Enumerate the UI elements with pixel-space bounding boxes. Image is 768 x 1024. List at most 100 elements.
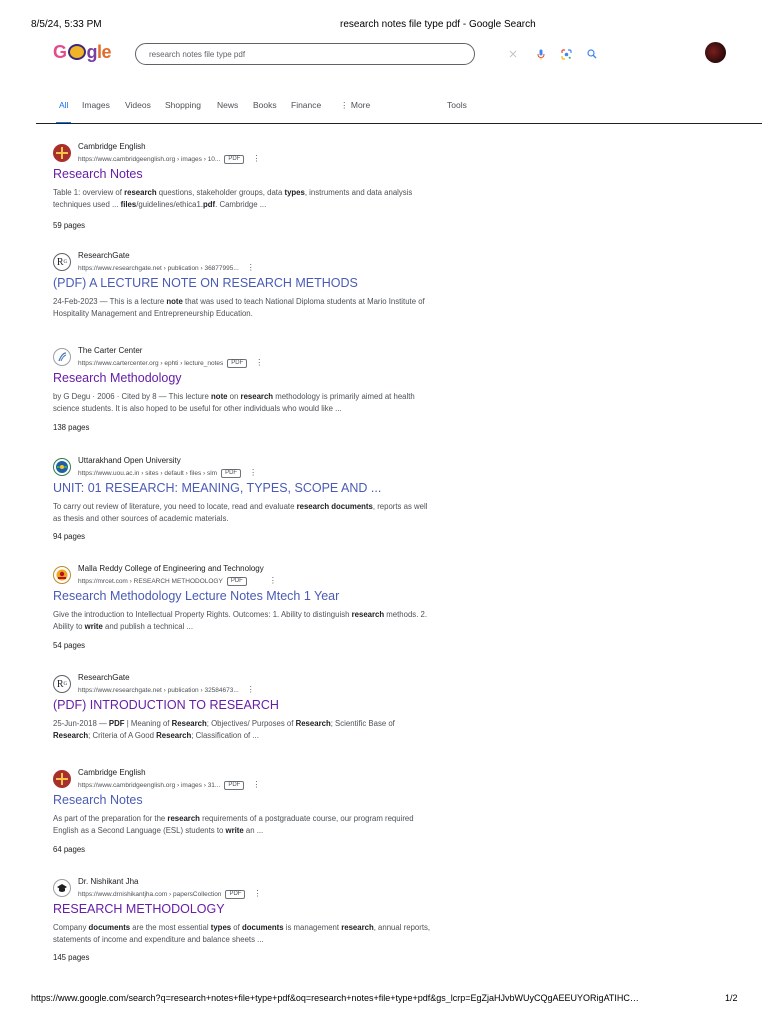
- more-options-icon[interactable]: ⋮: [252, 154, 260, 163]
- print-footer: https://www.google.com/search?q=research…: [0, 993, 768, 1007]
- result-snippet: 24-Feb-2023 — This is a lecture note tha…: [53, 297, 425, 318]
- result-page-count: 64 pages: [53, 845, 86, 854]
- result-site-name: The Carter Center: [78, 346, 143, 355]
- search-result: Malla Reddy College of Engineering and T…: [53, 564, 433, 656]
- search-tabs: All Images Videos Shopping News Books Fi…: [0, 100, 768, 124]
- pdf-badge: PDF: [225, 890, 246, 899]
- researchgate-favicon-icon: RG: [53, 253, 71, 271]
- result-url-text: https://mrcet.com › RESEARCH METHODOLOGY: [78, 578, 223, 585]
- search-result: Dr. Nishikant Jha https://www.drnishikan…: [53, 877, 433, 969]
- print-page-title: research notes file type pdf - Google Se…: [340, 19, 536, 30]
- search-result: Cambridge English https://www.cambridgee…: [53, 768, 433, 860]
- result-url-text: https://www.researchgate.net › publicati…: [78, 687, 239, 694]
- close-icon[interactable]: [506, 47, 520, 61]
- result-url[interactable]: https://www.researchgate.net › publicati…: [78, 263, 255, 272]
- nishikant-jha-favicon-icon: [53, 879, 71, 897]
- result-url[interactable]: https://www.cartercenter.org › ephti › l…: [78, 358, 263, 368]
- result-page-count: 138 pages: [53, 423, 90, 432]
- microphone-icon[interactable]: [534, 47, 548, 61]
- avatar[interactable]: [705, 42, 726, 63]
- uou-favicon-icon: [53, 458, 71, 476]
- more-kebab-icon: ⋮: [340, 100, 351, 110]
- pdf-badge: PDF: [221, 469, 242, 478]
- more-options-icon[interactable]: ⋮: [255, 358, 263, 367]
- more-options-icon[interactable]: ⋮: [253, 889, 261, 898]
- pdf-badge: PDF: [226, 577, 247, 586]
- result-title-link[interactable]: UNIT: 01 RESEARCH: MEANING, TYPES, SCOPE…: [53, 481, 381, 495]
- tab-more-label: More: [350, 100, 371, 110]
- cambridge-favicon-icon: [53, 144, 71, 162]
- result-site-name: Dr. Nishikant Jha: [78, 877, 139, 886]
- researchgate-favicon-icon: RG: [53, 675, 71, 693]
- pdf-badge: PDF: [227, 359, 248, 368]
- result-title-link[interactable]: RESEARCH METHODOLOGY: [53, 902, 225, 916]
- tab-shopping[interactable]: Shopping: [165, 100, 201, 124]
- mrcet-favicon-icon: [53, 566, 71, 584]
- result-site-name: Cambridge English: [78, 142, 146, 151]
- result-snippet: Table 1: overview of research questions,…: [53, 188, 413, 209]
- search-result: Uttarakhand Open University https://www.…: [53, 456, 433, 548]
- search-result: Cambridge English https://www.cambridgee…: [53, 142, 433, 234]
- more-options-icon[interactable]: ⋮: [249, 468, 257, 477]
- result-site-name: Uttarakhand Open University: [78, 456, 181, 465]
- result-title-link[interactable]: (PDF) A LECTURE NOTE ON RESEARCH METHODS: [53, 276, 358, 290]
- tab-news[interactable]: News: [217, 100, 238, 124]
- result-title-link[interactable]: Research Methodology Lecture Notes Mtech…: [53, 589, 339, 603]
- result-url[interactable]: https://www.drnishikantjha.com › papersC…: [78, 889, 261, 899]
- more-options-icon[interactable]: ⋮: [269, 576, 277, 585]
- search-input[interactable]: [149, 47, 369, 61]
- tab-more[interactable]: ⋮ More: [340, 100, 370, 124]
- tools-button[interactable]: Tools: [447, 100, 467, 124]
- result-title-link[interactable]: Research Notes: [53, 793, 143, 807]
- tabs-divider: [36, 123, 762, 124]
- result-snippet: As part of the preparation for the resea…: [53, 814, 414, 835]
- result-page-count: 54 pages: [53, 641, 86, 650]
- result-snippet: Give the introduction to Intellectual Pr…: [53, 610, 428, 631]
- result-title-link[interactable]: Research Notes: [53, 167, 143, 181]
- more-options-icon[interactable]: ⋮: [247, 685, 255, 694]
- result-site-name: ResearchGate: [78, 673, 130, 682]
- print-page-number: 1/2: [725, 993, 738, 1003]
- result-url-text: https://www.researchgate.net › publicati…: [78, 265, 239, 272]
- result-title-link[interactable]: (PDF) INTRODUCTION TO RESEARCH: [53, 698, 279, 712]
- print-footer-url: https://www.google.com/search?q=research…: [31, 993, 639, 1003]
- tab-finance[interactable]: Finance: [291, 100, 321, 124]
- search-icon[interactable]: [585, 47, 599, 61]
- tab-all[interactable]: All: [55, 100, 73, 124]
- doodle-icon: [67, 44, 86, 60]
- result-url-text: https://www.cambridgeenglish.org › image…: [78, 156, 221, 163]
- result-url[interactable]: https://www.uou.ac.in › sites › default …: [78, 468, 257, 478]
- result-url[interactable]: https://www.cambridgeenglish.org › image…: [78, 780, 260, 790]
- result-page-count: 59 pages: [53, 221, 86, 230]
- search-result: RG ResearchGate https://www.researchgate…: [53, 251, 433, 331]
- print-datetime: 8/5/24, 5:33 PM: [31, 19, 102, 30]
- result-url[interactable]: https://www.cambridgeenglish.org › image…: [78, 154, 260, 164]
- tab-books[interactable]: Books: [253, 100, 277, 124]
- result-title-link[interactable]: Research Methodology: [53, 371, 182, 385]
- tab-images[interactable]: Images: [82, 100, 110, 124]
- result-snippet: by G Degu · 2006 · Cited by 8 — This lec…: [53, 392, 415, 413]
- cambridge-favicon-icon: [53, 770, 71, 788]
- pdf-badge: PDF: [224, 781, 245, 790]
- search-result: The Carter Center https://www.cartercent…: [53, 346, 433, 438]
- more-options-icon[interactable]: ⋮: [247, 263, 255, 272]
- search-box[interactable]: [135, 43, 597, 65]
- carter-center-favicon-icon: [53, 348, 71, 366]
- result-site-name: Malla Reddy College of Engineering and T…: [78, 564, 264, 573]
- more-options-icon[interactable]: ⋮: [252, 780, 260, 789]
- result-snippet: To carry out review of literature, you n…: [53, 502, 428, 523]
- result-url-text: https://www.uou.ac.in › sites › default …: [78, 470, 218, 477]
- top-bar: Ggle: [0, 40, 768, 70]
- result-site-name: ResearchGate: [78, 251, 130, 260]
- result-url[interactable]: https://mrcet.com › RESEARCH METHODOLOGY…: [78, 576, 277, 586]
- result-url[interactable]: https://www.researchgate.net › publicati…: [78, 685, 255, 694]
- result-page-count: 145 pages: [53, 953, 90, 962]
- result-snippet: Company documents are the most essential…: [53, 923, 431, 944]
- result-page-count: 94 pages: [53, 532, 86, 541]
- result-snippet: 25-Jun-2018 — PDF | Meaning of Research;…: [53, 719, 395, 740]
- tab-videos[interactable]: Videos: [125, 100, 151, 124]
- result-url-text: https://www.cartercenter.org › ephti › l…: [78, 360, 224, 367]
- google-lens-icon[interactable]: [559, 47, 573, 61]
- google-doodle-logo[interactable]: Ggle: [53, 42, 112, 63]
- result-site-name: Cambridge English: [78, 768, 146, 777]
